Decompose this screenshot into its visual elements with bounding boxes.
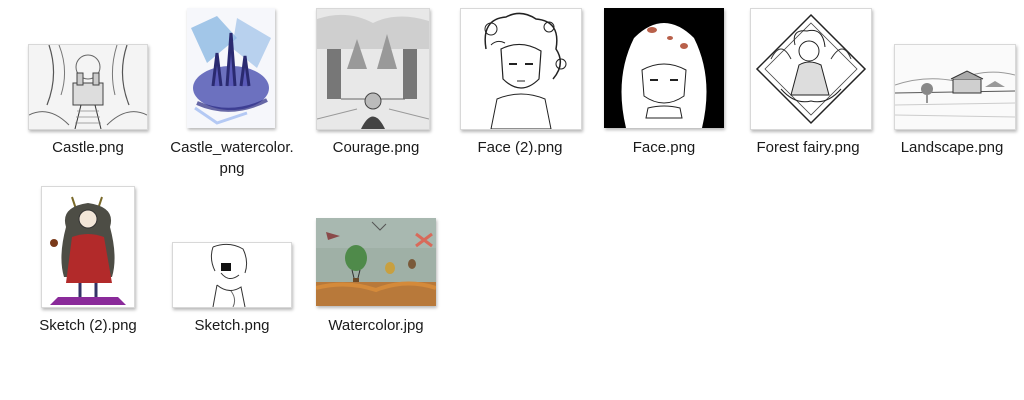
- file-item-watercolor[interactable]: Watercolor.jpg: [304, 184, 448, 336]
- file-item-forest-fairy[interactable]: Forest fairy.png: [736, 6, 880, 158]
- file-item-castle[interactable]: Castle.png: [16, 6, 160, 158]
- thumbnail-sketch-2: [41, 186, 135, 308]
- file-item-sketch-2[interactable]: Sketch (2).png: [16, 184, 160, 336]
- file-item-face[interactable]: Face.png: [592, 6, 736, 158]
- thumbnail-face: [604, 8, 724, 128]
- file-name: Castle.png: [52, 139, 124, 156]
- file-item-castle-watercolor[interactable]: Castle_watercolor.png: [160, 6, 304, 179]
- thumbnail-castle-watercolor: [187, 8, 275, 128]
- file-item-face-2[interactable]: Face (2).png: [448, 6, 592, 158]
- file-name: Courage.png: [332, 139, 420, 156]
- thumbnail-sketch: [172, 242, 292, 308]
- file-name: Face.png: [632, 139, 696, 156]
- thumbnail-forest-fairy: [750, 8, 872, 130]
- file-item-sketch[interactable]: Sketch.png: [160, 184, 304, 336]
- thumbnail-castle: [28, 44, 148, 130]
- file-name: Castle_watercolor.png: [170, 139, 294, 177]
- thumbnail-landscape: [894, 44, 1016, 130]
- file-name: Watercolor.jpg: [328, 317, 424, 334]
- thumbnail-courage: [316, 8, 430, 130]
- file-name: Face (2).png: [477, 139, 563, 156]
- file-item-courage[interactable]: Courage.png: [304, 6, 448, 158]
- file-name: Landscape.png: [900, 139, 1004, 156]
- file-name: Sketch.png: [194, 317, 270, 334]
- file-name: Forest fairy.png: [756, 139, 860, 156]
- file-name: Sketch (2).png: [39, 317, 137, 334]
- file-item-landscape[interactable]: Landscape.png: [880, 6, 1024, 158]
- thumbnail-watercolor: [316, 218, 436, 306]
- thumbnail-face-2: [460, 8, 582, 130]
